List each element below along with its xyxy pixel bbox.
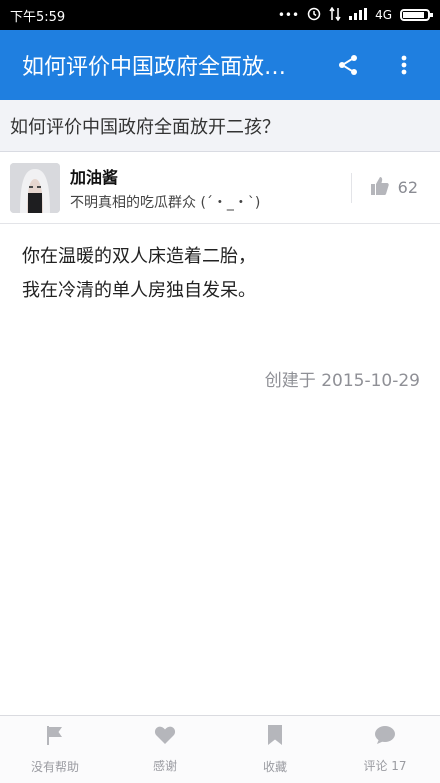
- status-icons: ••• 4G: [277, 6, 440, 24]
- tab-label: 评论 17: [363, 759, 407, 773]
- created-date: 创建于 2015-10-29: [264, 371, 420, 391]
- tab-label: 收藏: [262, 760, 287, 774]
- avatar[interactable]: [10, 162, 60, 213]
- app-bar-actions: [334, 51, 440, 79]
- comment-button[interactable]: 评论 17: [345, 725, 425, 774]
- collect-button[interactable]: 收藏: [235, 724, 315, 775]
- tab-label: 感谢: [152, 759, 177, 773]
- author-bio: 不明真相的吃瓜群众 (´・_・`): [70, 194, 261, 211]
- comment-icon: [374, 725, 396, 749]
- thumbs-up-icon: [370, 176, 390, 200]
- more-dots-icon: •••: [277, 8, 300, 22]
- bottom-action-bar: 没有帮助 感谢 收藏 评论 17: [0, 715, 440, 783]
- answer-line: 我在冷清的单人房独自发呆。: [22, 280, 256, 301]
- bookmark-icon: [267, 724, 283, 750]
- vote-button[interactable]: 62: [350, 172, 440, 203]
- app-bar-title: 如何评价中国政府全面放…: [22, 55, 287, 80]
- alarm-icon: [307, 7, 321, 24]
- question-bar[interactable]: 如何评价中国政府全面放开二孩？: [0, 100, 440, 152]
- author-row: 加油酱 不明真相的吃瓜群众 (´・_・`) 62: [0, 152, 440, 224]
- signal-icon: [349, 7, 368, 23]
- tab-label: 没有帮助: [30, 760, 79, 774]
- data-transfer-icon: [329, 6, 341, 24]
- more-vert-icon[interactable]: [390, 51, 418, 79]
- answer-line: 你在温暖的双人床造着二胎，: [22, 246, 256, 267]
- author-info: 加油酱 不明真相的吃瓜群众 (´・_・`): [70, 164, 351, 212]
- answer-content: 你在温暖的双人床造着二胎， 我在冷清的单人房独自发呆。: [22, 240, 422, 308]
- status-time: 下午5:59: [10, 9, 66, 25]
- question-title[interactable]: 如何评价中国政府全面放开二孩？: [0, 113, 280, 139]
- thanks-button[interactable]: 感谢: [125, 725, 205, 774]
- vote-count: 62: [397, 178, 418, 197]
- not-helpful-button[interactable]: 没有帮助: [15, 724, 95, 775]
- status-bar: 下午5:59 ••• 4G: [0, 0, 440, 30]
- battery-icon: [400, 9, 433, 21]
- network-type: 4G: [375, 8, 392, 22]
- author-name[interactable]: 加油酱: [70, 164, 351, 188]
- app-bar: 如何评价中国政府全面放…: [0, 30, 440, 100]
- heart-icon: [154, 725, 176, 749]
- share-icon[interactable]: [334, 51, 362, 79]
- flag-icon: [44, 724, 66, 750]
